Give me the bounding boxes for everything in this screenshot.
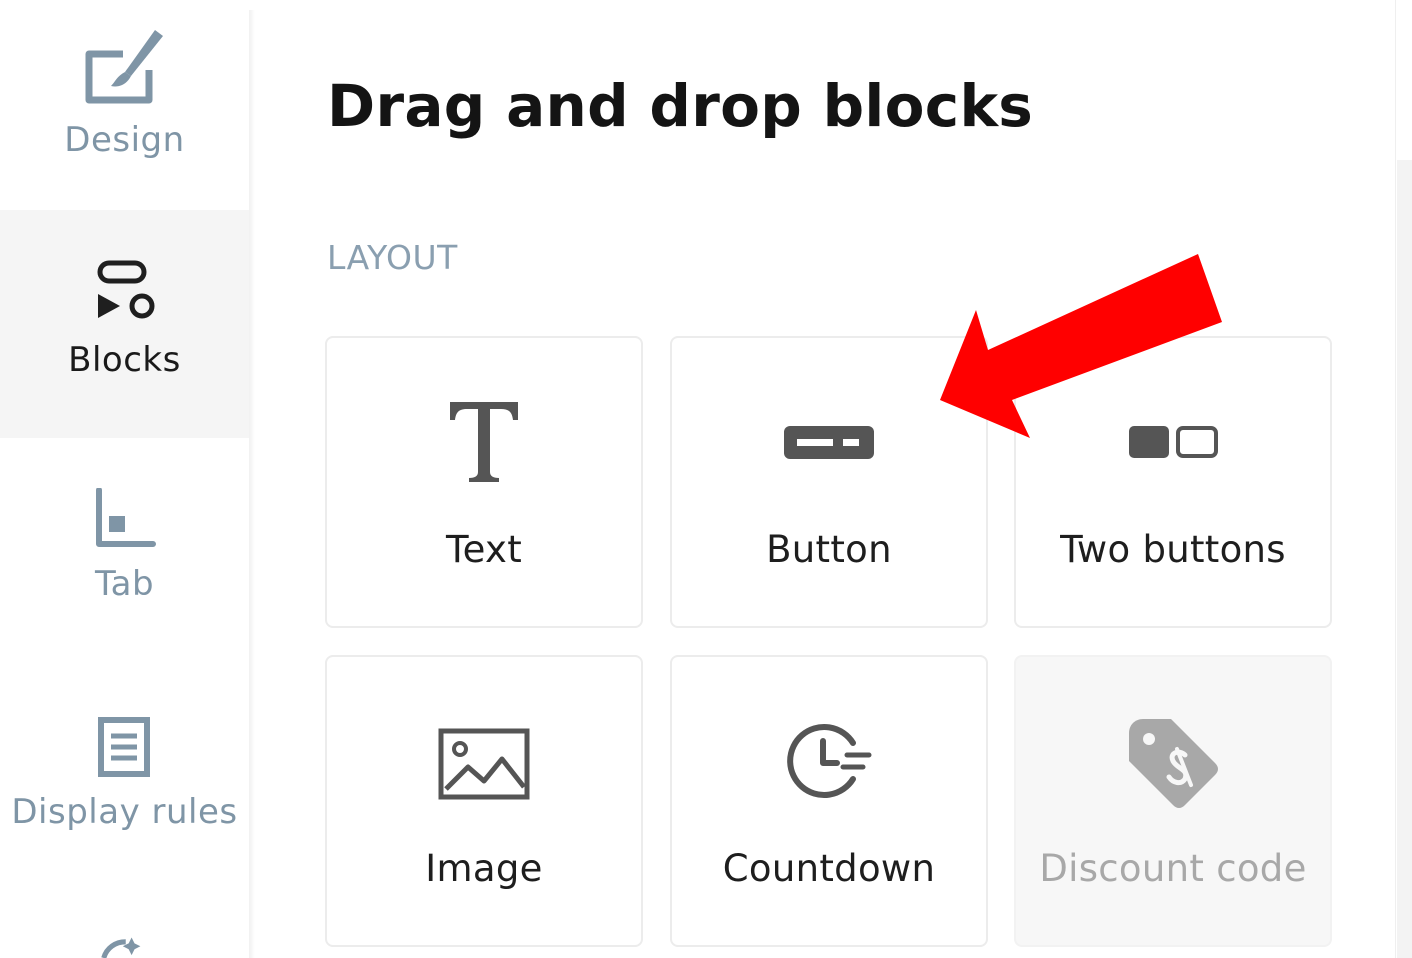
- page-title: Drag and drop blocks: [327, 72, 1034, 140]
- button-icon: [784, 426, 874, 459]
- refresh-sparkle-icon: [100, 937, 140, 958]
- sidebar: Design Blocks Tab Display rules: [0, 0, 249, 958]
- block-card-label: Text: [445, 528, 523, 571]
- sidebar-item-partial[interactable]: [0, 878, 249, 958]
- sidebar-item-display-rules[interactable]: Display rules: [0, 648, 249, 878]
- text-t-icon: [450, 402, 518, 482]
- block-card-image[interactable]: Image: [325, 655, 643, 947]
- sidebar-item-label: Design: [64, 120, 185, 160]
- block-card-label: Discount code: [1039, 847, 1307, 890]
- annotation-arrow-icon: [940, 254, 1222, 438]
- sidebar-item-label: Blocks: [68, 340, 181, 380]
- price-tag-icon: [1129, 719, 1218, 808]
- scrollbar-thumb[interactable]: [1397, 160, 1412, 958]
- block-card-label: Image: [425, 847, 543, 890]
- sidebar-item-tab[interactable]: Tab: [0, 438, 249, 648]
- sidebar-item-blocks[interactable]: Blocks: [0, 210, 249, 438]
- shapes-icon: [97, 260, 154, 319]
- tab-corner-icon: [95, 488, 156, 547]
- document-list-icon: [97, 717, 150, 777]
- block-card-countdown[interactable]: Countdown: [670, 655, 988, 947]
- block-card-label: Two buttons: [1060, 528, 1286, 571]
- block-card-text[interactable]: Text: [325, 336, 643, 628]
- brush-canvas-icon: [85, 30, 163, 104]
- sidebar-item-label: Display rules: [11, 792, 238, 832]
- main-panel: Drag and drop blocks LAYOUT Text Button …: [255, 0, 1395, 958]
- scrollbar-track[interactable]: [1395, 0, 1412, 958]
- section-label-layout: LAYOUT: [327, 238, 458, 277]
- sidebar-item-label: Tab: [94, 564, 155, 604]
- block-card-discount-code: Discount code: [1014, 655, 1332, 947]
- image-icon: [438, 728, 530, 800]
- sidebar-item-design[interactable]: Design: [0, 0, 249, 210]
- block-card-label: Button: [766, 528, 892, 571]
- countdown-clock-icon: [787, 724, 872, 798]
- block-card-label: Countdown: [722, 847, 936, 890]
